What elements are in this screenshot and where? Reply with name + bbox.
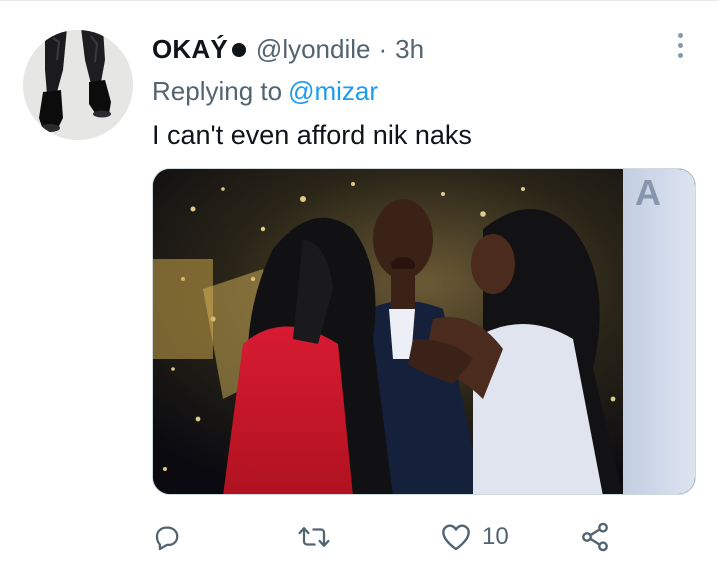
- avatar[interactable]: [23, 30, 133, 140]
- user-handle[interactable]: @lyondile: [256, 34, 371, 65]
- replying-to-handle[interactable]: @mizar: [288, 76, 378, 106]
- retweet-icon: [298, 527, 330, 547]
- tweet[interactable]: OKAÝ @lyondile · 3h Replying to @mizar I …: [0, 0, 719, 569]
- separator-dot: ·: [378, 33, 388, 64]
- photo: A: [153, 169, 695, 494]
- reply-button[interactable]: [152, 517, 192, 557]
- share-button[interactable]: [579, 517, 621, 557]
- like-button[interactable]: 10: [440, 517, 509, 557]
- avatar-image: [23, 30, 133, 140]
- share-icon: [582, 522, 608, 552]
- heart-icon: [442, 524, 470, 551]
- black-circle-emoji-icon: [231, 43, 246, 57]
- tweet-media-image[interactable]: A: [152, 168, 696, 495]
- replying-to-line: Replying to @mizar: [152, 76, 378, 107]
- replying-to-label: Replying to: [152, 76, 283, 106]
- reply-icon: [155, 526, 179, 551]
- more-options-icon[interactable]: [668, 30, 692, 60]
- display-name[interactable]: OKAÝ: [152, 34, 228, 65]
- like-count: 10: [482, 523, 509, 550]
- backdrop-letter: A: [635, 172, 661, 213]
- timestamp[interactable]: 3h: [395, 34, 424, 65]
- tweet-actions: 10: [152, 517, 622, 557]
- tweet-header: OKAÝ @lyondile · 3h: [152, 33, 424, 65]
- retweet-button[interactable]: [297, 517, 341, 557]
- tweet-text: I can't even afford nik naks: [152, 120, 472, 150]
